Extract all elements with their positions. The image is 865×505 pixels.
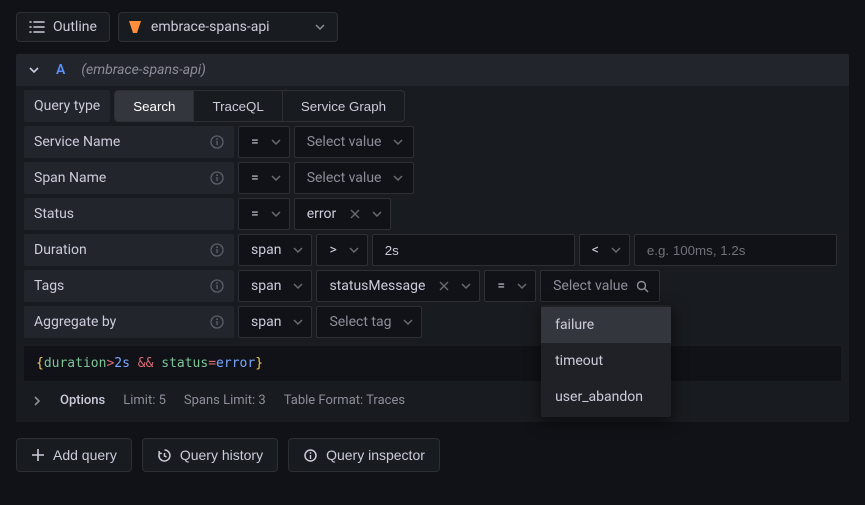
- duration-label: Duration: [24, 234, 234, 266]
- datasource-name: embrace-spans-api: [151, 19, 270, 35]
- tags-operator[interactable]: =: [484, 270, 536, 302]
- dropdown-option[interactable]: timeout: [541, 343, 671, 379]
- chevron-down-icon: [271, 209, 281, 219]
- chevron-down-icon: [517, 281, 527, 291]
- search-icon: [636, 280, 649, 293]
- chevron-down-icon: [271, 137, 281, 147]
- tags-value-select[interactable]: Select value failure timeout user_abando…: [540, 270, 660, 302]
- chevron-down-icon: [393, 173, 403, 183]
- query-type-traceql[interactable]: TraceQL: [194, 91, 281, 121]
- chevron-down-icon: [293, 281, 303, 291]
- info-icon: [210, 135, 224, 149]
- query-type-search[interactable]: Search: [115, 91, 193, 121]
- options-toggle[interactable]: [32, 396, 42, 406]
- chevron-down-icon: [315, 22, 325, 32]
- chevron-down-icon: [403, 317, 413, 327]
- duration-op-min[interactable]: >: [316, 234, 367, 266]
- datasource-picker[interactable]: embrace-spans-api: [118, 12, 338, 42]
- chevron-down-icon: [393, 137, 403, 147]
- collapse-toggle[interactable]: [28, 64, 40, 76]
- status-operator[interactable]: =: [238, 198, 290, 230]
- duration-min-input[interactable]: [372, 234, 575, 266]
- outline-icon: [29, 20, 45, 34]
- query-header: A (embrace-spans-api): [16, 54, 849, 86]
- outline-button[interactable]: Outline: [16, 12, 110, 42]
- span-name-value[interactable]: Select value: [294, 162, 414, 194]
- chevron-down-icon: [611, 245, 621, 255]
- aggregate-tag[interactable]: Select tag: [316, 306, 422, 338]
- info-icon: [210, 171, 224, 185]
- add-query-button[interactable]: Add query: [16, 438, 132, 472]
- status-label: Status: [24, 198, 234, 230]
- clear-icon[interactable]: [439, 281, 449, 291]
- span-name-label: Span Name: [24, 162, 234, 194]
- dropdown-option[interactable]: user_abandon: [541, 379, 671, 415]
- aggregate-by-label: Aggregate by: [24, 306, 234, 338]
- query-type-switch: Search TraceQL Service Graph: [114, 90, 405, 122]
- options-label: Options: [60, 393, 105, 408]
- options-limit: Limit: 5: [123, 393, 166, 408]
- query-history-button[interactable]: Query history: [142, 438, 278, 472]
- tempo-icon: [127, 19, 143, 35]
- duration-scope[interactable]: span: [238, 234, 312, 266]
- info-icon: [210, 315, 224, 329]
- info-icon: [210, 279, 224, 293]
- options-row: Options Limit: 5 Spans Limit: 3 Table Fo…: [16, 381, 849, 420]
- service-name-value[interactable]: Select value: [294, 126, 414, 158]
- status-value[interactable]: error: [294, 198, 392, 230]
- query-inspector-button[interactable]: Query inspector: [288, 438, 440, 472]
- query-datasource-label: (embrace-spans-api): [81, 62, 206, 78]
- history-icon: [157, 448, 172, 463]
- chevron-down-icon: [271, 173, 281, 183]
- query-preview: {duration>2s && status=error}: [24, 346, 841, 381]
- outline-label: Outline: [53, 19, 97, 35]
- chevron-down-icon: [461, 281, 471, 291]
- tags-value-dropdown: failure timeout user_abandon: [541, 305, 671, 417]
- span-name-operator[interactable]: =: [238, 162, 290, 194]
- tags-scope[interactable]: span: [238, 270, 312, 302]
- service-name-label: Service Name: [24, 126, 234, 158]
- options-table-format: Table Format: Traces: [284, 393, 405, 408]
- info-icon: [210, 243, 224, 257]
- query-ref-id: A: [56, 62, 65, 78]
- chevron-down-icon: [293, 317, 303, 327]
- query-type-service-graph[interactable]: Service Graph: [283, 91, 404, 121]
- duration-op-max[interactable]: <: [579, 234, 630, 266]
- tags-key[interactable]: statusMessage: [316, 270, 480, 302]
- service-name-operator[interactable]: =: [238, 126, 290, 158]
- options-spans-limit: Spans Limit: 3: [184, 393, 266, 408]
- chevron-down-icon: [372, 209, 382, 219]
- clear-icon[interactable]: [350, 209, 360, 219]
- tags-label: Tags: [24, 270, 234, 302]
- query-type-label: Query type: [24, 90, 110, 122]
- dropdown-option[interactable]: failure: [541, 307, 671, 343]
- plus-icon: [31, 448, 45, 462]
- chevron-down-icon: [349, 245, 359, 255]
- duration-max-input[interactable]: [634, 234, 837, 266]
- chevron-down-icon: [293, 245, 303, 255]
- aggregate-scope[interactable]: span: [238, 306, 312, 338]
- inspector-icon: [303, 448, 318, 463]
